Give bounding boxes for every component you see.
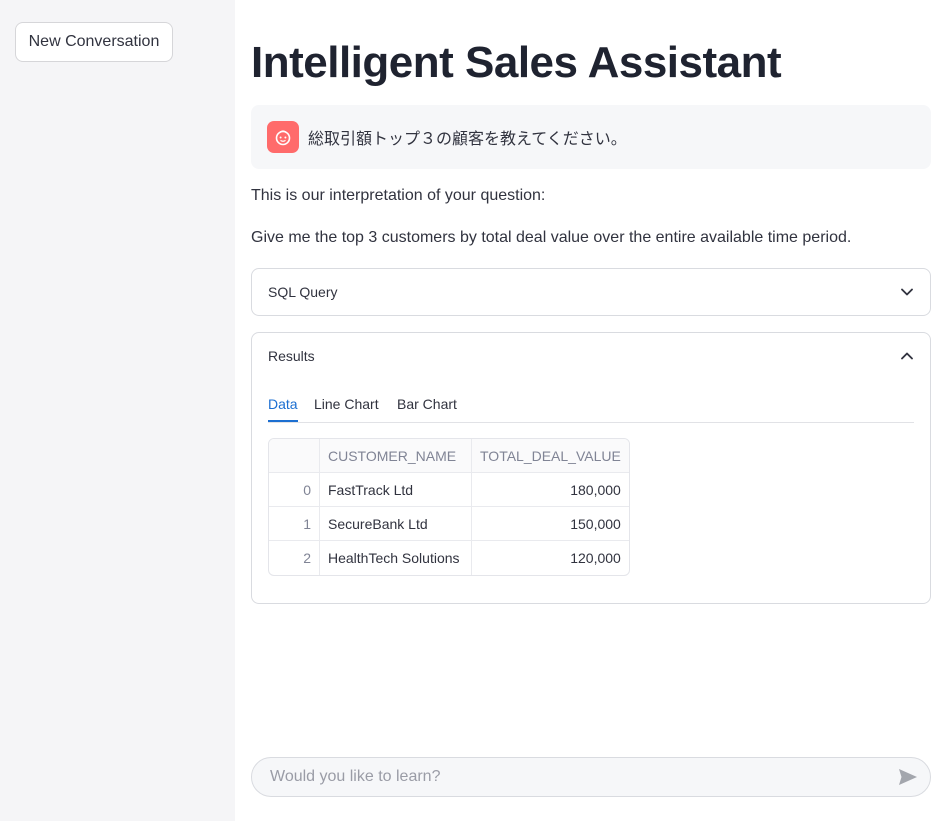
tab-line-chart[interactable]: Line Chart [314, 387, 379, 421]
page-title: Intelligent Sales Assistant [251, 38, 782, 87]
row-index: 1 [269, 507, 320, 541]
send-icon[interactable] [894, 763, 922, 791]
table-row: 2 HealthTech Solutions 120,000 [269, 541, 629, 575]
results-tabs: Data Line Chart Bar Chart [268, 387, 914, 423]
sql-query-label: SQL Query [268, 284, 338, 300]
column-header-total-deal-value[interactable]: TOTAL_DEAL_VALUE [472, 439, 629, 473]
sidebar: New Conversation [0, 0, 235, 821]
user-message: 総取引額トップ３の顧客を教えてください。 [251, 105, 931, 169]
row-index: 2 [269, 541, 320, 575]
tab-bar-chart[interactable]: Bar Chart [397, 387, 457, 421]
chevron-up-icon[interactable] [900, 349, 914, 363]
user-message-text: 総取引額トップ３の顧客を教えてください。 [308, 129, 627, 148]
column-header-index[interactable] [269, 439, 320, 473]
results-header[interactable]: Results [268, 333, 914, 379]
sql-query-header[interactable]: SQL Query [268, 269, 914, 315]
interpretation-label: This is our interpretation of your quest… [251, 187, 546, 204]
row-index: 0 [269, 473, 320, 507]
table-row: 0 FastTrack Ltd 180,000 [269, 473, 629, 507]
total-deal-value-cell[interactable]: 120,000 [472, 541, 629, 575]
results-expander: Results Data Line Chart Bar Chart CUSTOM… [251, 332, 931, 604]
user-avatar-icon [267, 121, 299, 153]
customer-name-cell[interactable]: HealthTech Solutions [320, 541, 472, 575]
tab-data[interactable]: Data [268, 387, 298, 422]
results-label: Results [268, 348, 315, 364]
table-row: 1 SecureBank Ltd 150,000 [269, 507, 629, 541]
total-deal-value-cell[interactable]: 180,000 [472, 473, 629, 507]
customer-name-cell[interactable]: FastTrack Ltd [320, 473, 472, 507]
chat-input-bar [251, 757, 931, 797]
column-header-customer-name[interactable]: CUSTOMER_NAME [320, 439, 472, 473]
results-table: CUSTOMER_NAME TOTAL_DEAL_VALUE 0 FastTra… [268, 438, 630, 576]
new-conversation-button[interactable]: New Conversation [15, 22, 173, 62]
sql-query-expander[interactable]: SQL Query [251, 268, 931, 316]
table-header-row: CUSTOMER_NAME TOTAL_DEAL_VALUE [269, 439, 629, 473]
chevron-down-icon[interactable] [900, 285, 914, 299]
interpretation-text: Give me the top 3 customers by total dea… [251, 229, 852, 246]
total-deal-value-cell[interactable]: 150,000 [472, 507, 629, 541]
customer-name-cell[interactable]: SecureBank Ltd [320, 507, 472, 541]
chat-input[interactable] [268, 767, 894, 787]
